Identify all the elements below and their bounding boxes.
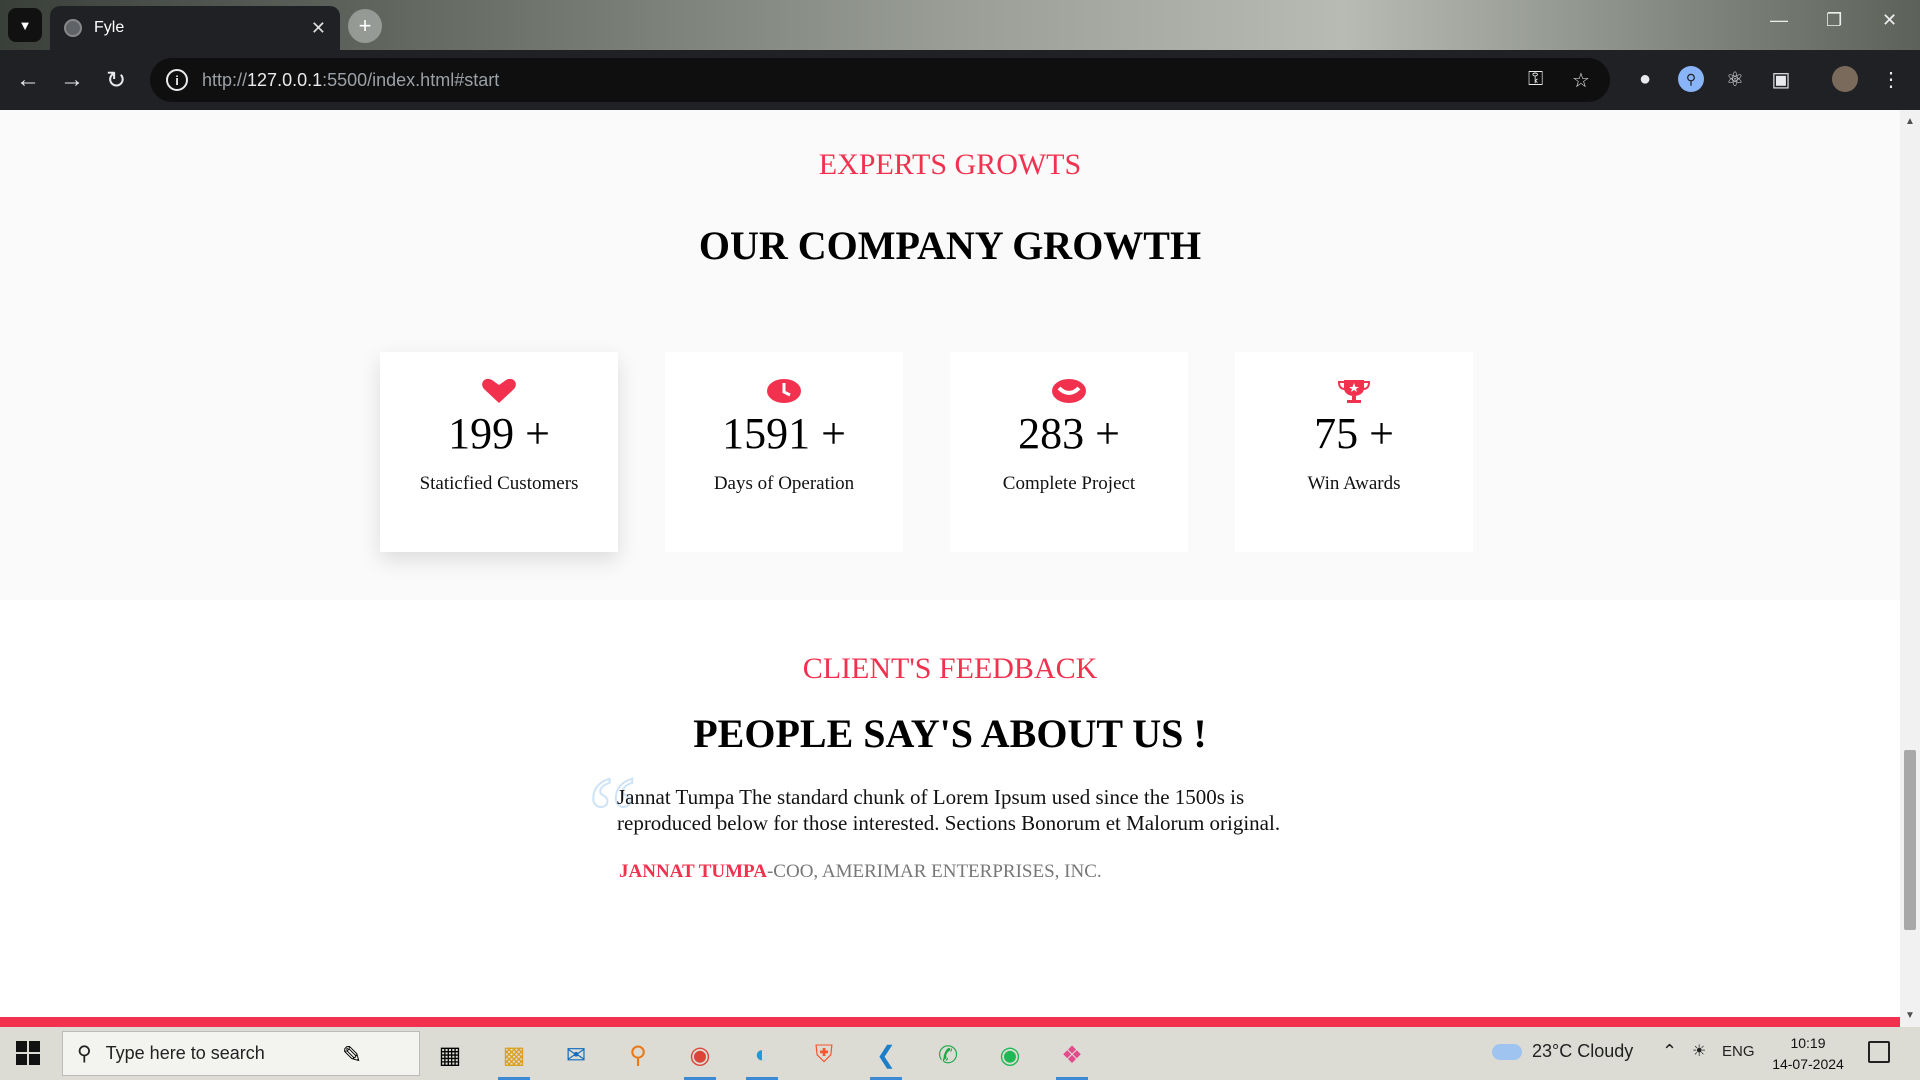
minimize-icon[interactable]: — [1770,10,1788,31]
url-path: :5500/index.html#start [322,69,500,90]
site-info-icon[interactable]: i [166,69,188,91]
url-scheme: http:// [202,69,248,90]
vscode-icon[interactable]: ❮ [866,1035,906,1080]
stat-value: 283 + [1018,409,1120,458]
spotify-icon[interactable]: ◉ [990,1035,1030,1075]
reload-icon[interactable]: ↻ [100,64,132,96]
scroll-down-icon[interactable]: ▼ [1905,1010,1915,1021]
magnifier-app-icon[interactable]: ⚲ [618,1035,658,1075]
stat-card-days: 1591 + Days of Operation [665,352,903,552]
author-name: JANNAT TUMPA [619,861,767,882]
notification-icon[interactable] [1868,1041,1890,1063]
search-placeholder: Type here to search [105,1043,265,1063]
browser-titlebar: ▼ Fyle ✕ + — ❐ ✕ [0,0,1920,50]
stat-label: Complete Project [1002,473,1136,494]
chevron-up-icon[interactable]: ⌃ [1662,1041,1677,1062]
feedback-heading: PEOPLE SAY'S ABOUT US ! [693,711,1207,756]
address-bar[interactable]: i http://127.0.0.1:5500/index.html#start… [150,58,1610,102]
growth-heading: OUR COMPANY GROWTH [698,223,1202,268]
wifi-icon[interactable]: ☀ [1692,1041,1706,1061]
footer-accent-bar [0,1017,1900,1027]
app-launcher-icon[interactable]: ❖ [1052,1035,1092,1080]
heart-icon [479,378,519,404]
taskbar-clock[interactable]: 10:19 14-07-2024 [1768,1033,1848,1075]
react-devtools-icon[interactable]: ⚛ [1722,66,1748,92]
stat-card-projects: 283 + Complete Project [950,352,1188,552]
stat-value: 75 + [1314,409,1394,458]
scroll-up-icon[interactable]: ▲ [1905,116,1915,127]
search-highlight-icon[interactable]: ✎ [332,1035,372,1075]
whatsapp-icon[interactable]: ✆ [928,1035,968,1075]
author-role: -COO, AMERIMAR ENTERPRISES, INC. [766,861,1102,882]
weather-widget[interactable]: 23°C Cloudy [1492,1041,1633,1062]
testimonial-author: JANNAT TUMPA-COO, AMERIMAR ENTERPRISES, … [619,861,1102,883]
task-view-icon[interactable]: ▦ [430,1035,470,1075]
stat-label: Days of Operation [713,473,855,494]
key-icon[interactable]: ⚿ [1528,68,1543,91]
search-icon: ⚲ [77,1043,92,1065]
page-viewport: EXPERTS GROWTS OUR COMPANY GROWTH 199 + … [0,110,1900,1027]
smile-icon [1049,378,1089,404]
stat-label: Win Awards [1307,473,1401,494]
clock-date: 14-07-2024 [1772,1056,1844,1072]
tab-title: Fyle [94,19,125,36]
outlook-icon[interactable]: ✉ [556,1035,596,1075]
file-explorer-icon[interactable]: ▩ [494,1035,534,1080]
back-arrow-icon[interactable]: ← [12,64,44,96]
feedback-eyebrow: CLIENT'S FEEDBACK [802,652,1098,685]
globe-icon [64,19,82,37]
chrome-icon[interactable]: ◉ [680,1035,720,1080]
trophy-icon [1334,378,1374,404]
stat-label: Staticfied Customers [419,473,579,494]
testimonial-text: Jannat Tumpa The standard chunk of Lorem… [617,785,1281,835]
scrollbar-thumb[interactable] [1904,750,1916,930]
windows-start-icon[interactable] [16,1041,40,1065]
close-window-icon[interactable]: ✕ [1882,10,1897,31]
windows-taskbar: ⚲ Type here to search ✎ ▦ ▩ ✉ ⚲ ◉ ◐ ⛨ ❮ … [0,1027,1920,1080]
weather-text: 23°C Cloudy [1532,1041,1634,1061]
stat-value: 1591 + [722,409,846,458]
edge-icon[interactable]: ◐ [742,1035,782,1080]
chevron-down-icon: ▼ [18,17,32,33]
client-feedback-section: CLIENT'S FEEDBACK PEOPLE SAY'S ABOUT US … [0,600,1900,1027]
tab-search-button[interactable]: ▼ [8,8,42,42]
forward-arrow-icon[interactable]: → [56,64,88,96]
profile-avatar[interactable] [1832,66,1858,92]
clock-icon [764,378,804,404]
page-scrollbar[interactable]: ▲ ▼ [1900,110,1920,1027]
close-tab-icon[interactable]: ✕ [311,18,326,39]
extension-lens-icon[interactable]: ⚲ [1678,66,1704,92]
extensions-puzzle-icon[interactable]: ▣ [1768,66,1794,92]
new-tab-button[interactable]: + [348,9,382,43]
browser-tab[interactable]: Fyle ✕ [50,6,340,50]
url-host: 127.0.0.1 [247,69,323,90]
restore-icon[interactable]: ❐ [1826,10,1842,31]
cloud-icon [1492,1043,1522,1060]
plus-icon: + [358,13,372,38]
star-icon[interactable]: ☆ [1572,68,1590,93]
clock-time: 10:19 [1790,1035,1826,1051]
more-menu-icon[interactable]: ⋮ [1878,66,1904,92]
extension-bug-icon[interactable]: ● [1632,66,1658,92]
brave-icon[interactable]: ⛨ [804,1035,844,1075]
stat-value: 199 + [448,409,550,458]
company-growth-section: EXPERTS GROWTS OUR COMPANY GROWTH 199 + … [0,110,1900,600]
growth-eyebrow: EXPERTS GROWTS [818,148,1082,181]
stat-card-customers: 199 + Staticfied Customers [380,352,618,552]
stat-card-awards: 75 + Win Awards [1235,352,1473,552]
language-indicator[interactable]: ENG [1722,1043,1755,1060]
